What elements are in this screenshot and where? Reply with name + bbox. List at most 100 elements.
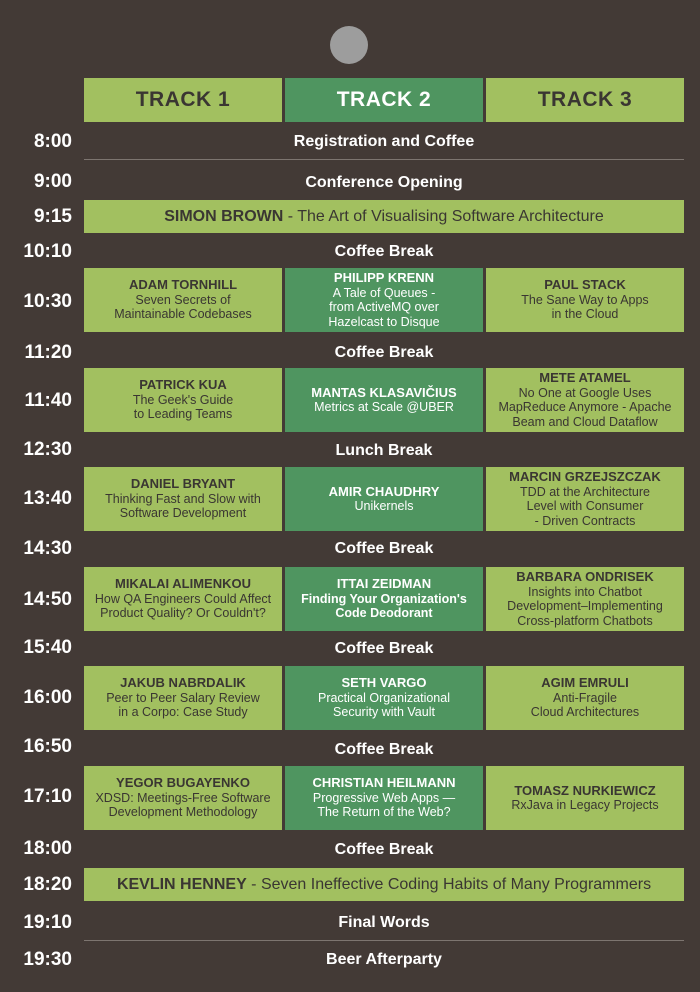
session-card: JAKUB NABRDALIK Peer to Peer Salary Revi…	[84, 666, 282, 730]
session-speaker: AMIR CHAUDHRY	[328, 483, 440, 499]
separator	[84, 159, 684, 160]
session-card: ADAM TORNHILL Seven Secrets of Maintaina…	[84, 268, 282, 332]
time-label: 9:15	[33, 206, 72, 227]
session-speaker: PHILIPP KRENN	[333, 270, 435, 285]
time-label: 17:10	[23, 786, 72, 807]
session-title-line: Cloud Architectures	[530, 705, 640, 720]
session-title-line: Cross-platform Chatbots	[517, 613, 653, 628]
session-title-line: The Return of the Web?	[317, 805, 451, 820]
session-title-line: Security with Vault	[333, 705, 435, 720]
session-title-line: Unikernels	[354, 499, 414, 513]
coffee-break: Coffee Break	[334, 540, 434, 557]
time-label: 8:00	[33, 131, 72, 152]
session-speaker: SETH VARGO	[341, 675, 427, 691]
session-title-line: Development–Implementing	[507, 599, 663, 613]
session-speaker: MARCIN GRZEJSZCZAK	[509, 469, 661, 484]
session-title-line: Maintainable Codebases	[114, 307, 252, 322]
session-card: AGIM EMRULI Anti-Fragile Cloud Architect…	[486, 666, 684, 730]
time-label: 11:40	[24, 390, 72, 411]
session-card: SETH VARGO Practical Organizational Secu…	[285, 666, 483, 730]
final-words-event: Final Words	[338, 914, 430, 931]
session-title-line: Product Quality? Or Couldn't?	[100, 606, 266, 621]
session-title-line: in a Corpo: Case Study	[118, 705, 248, 720]
session-title-line: Metrics at Scale @UBER	[314, 400, 454, 414]
time-label: 16:00	[23, 687, 72, 708]
session-speaker: MANTAS KLASAVIČIUS	[311, 384, 457, 400]
session-title-line: RxJava in Legacy Projects	[511, 798, 659, 812]
session-title-line: Practical Organizational	[317, 690, 450, 705]
keynote-simon-brown: SIMON BROWN - The Art of Visualising Sof…	[84, 200, 684, 233]
track-3-header: TRACK 3	[486, 78, 684, 122]
hang-hole	[330, 26, 368, 64]
session-card: YEGOR BUGAYENKO XDSD: Meetings-Free Soft…	[84, 766, 282, 830]
session-title-line: to Leading Teams	[133, 407, 233, 422]
coffee-break: Coffee Break	[334, 741, 434, 758]
session-title-line: XDSD: Meetings-Free Software	[95, 790, 271, 805]
separator	[84, 940, 684, 941]
session-title-line: Peer to Peer Salary Review	[106, 690, 260, 705]
session-speaker: PAUL STACK	[544, 277, 626, 293]
time-label: 16:50	[23, 736, 72, 757]
session-card: BARBARA ONDRISEK Insights into Chatbot D…	[486, 567, 684, 631]
session-card: TOMASZ NURKIEWICZ RxJava in Legacy Proje…	[486, 766, 684, 830]
session-title-line: No One at Google Uses	[518, 385, 652, 400]
session-card: DANIEL BRYANT Thinking Fast and Slow wit…	[84, 467, 282, 531]
session-speaker: CHRISTIAN HEILMANN	[312, 775, 456, 791]
session-card: ITTAI ZEIDMAN Finding Your Organization'…	[285, 567, 483, 631]
time-label: 12:30	[23, 439, 72, 460]
keynote-title: - The Art of Visualising Software Archit…	[283, 207, 604, 225]
session-speaker: AGIM EMRULI	[541, 675, 629, 691]
session-title-line: Level with Consumer	[526, 499, 644, 513]
track-2-header: TRACK 2	[285, 78, 483, 122]
session-speaker: ADAM TORNHILL	[128, 277, 238, 293]
session-card: PATRICK KUA The Geek's Guide to Leading …	[84, 368, 282, 432]
session-card: MIKALAI ALIMENKOU How QA Engineers Could…	[84, 567, 282, 631]
coffee-break: Coffee Break	[334, 344, 434, 361]
session-title-line: Development Methodology	[108, 805, 258, 820]
lunch-break: Lunch Break	[335, 442, 433, 459]
session-card: PAUL STACK The Sane Way to Apps in the C…	[486, 268, 684, 332]
time-label: 15:40	[23, 637, 72, 658]
keynote-speaker: SIMON BROWN	[164, 207, 284, 225]
registration-event: Registration and Coffee	[293, 133, 475, 150]
time-label: 14:50	[23, 589, 72, 610]
session-card: MANTAS KLASAVIČIUS Metrics at Scale @UBE…	[285, 368, 483, 432]
session-title-line: Insights into Chatbot	[528, 584, 642, 599]
session-title-line: Beam and Cloud Dataflow	[512, 414, 658, 429]
coffee-break: Coffee Break	[334, 841, 434, 858]
session-title-line: Seven Secrets of	[135, 292, 231, 307]
session-card: PHILIPP KRENN A Tale of Queues - from Ac…	[285, 268, 483, 332]
session-speaker: DANIEL BRYANT	[130, 476, 236, 492]
opening-event: Conference Opening	[305, 174, 463, 191]
session-title-line: Finding Your Organization's	[301, 591, 467, 606]
time-label: 18:00	[23, 838, 72, 859]
track-1-header: TRACK 1	[84, 78, 282, 122]
session-title-line: Software Development	[119, 506, 247, 521]
session-title-line: from ActiveMQ over	[329, 300, 439, 314]
session-title-line: MapReduce Anymore - Apache	[498, 400, 672, 414]
keynote-kevlin-henney: KEVLIN HENNEY - Seven Ineffective Coding…	[84, 868, 684, 901]
time-label: 13:40	[23, 488, 72, 509]
session-title-line: Anti-Fragile	[553, 690, 617, 705]
session-speaker: METE ATAMEL	[539, 370, 631, 385]
session-card: MARCIN GRZEJSZCZAK TDD at the Architectu…	[486, 467, 684, 531]
time-label: 10:10	[23, 241, 72, 262]
session-speaker: YEGOR BUGAYENKO	[116, 775, 250, 791]
keynote-title: - Seven Ineffective Coding Habits of Man…	[246, 875, 652, 893]
time-label: 19:30	[23, 949, 72, 970]
beer-afterparty-event: Beer Afterparty	[326, 951, 442, 968]
session-title-line: The Sane Way to Apps	[521, 292, 649, 307]
session-card: AMIR CHAUDHRY Unikernels	[285, 467, 483, 531]
session-title-line: How QA Engineers Could Affect	[94, 591, 272, 606]
session-speaker: ITTAI ZEIDMAN	[336, 576, 432, 592]
time-label: 10:30	[23, 291, 72, 312]
session-title-line: A Tale of Queues -	[332, 285, 436, 300]
time-label: 14:30	[23, 538, 72, 559]
session-speaker: TOMASZ NURKIEWICZ	[514, 782, 656, 798]
session-title-line: in the Cloud	[551, 307, 619, 322]
session-title-line: The Geek's Guide	[132, 392, 234, 407]
session-title-line: Hazelcast to Disque	[328, 314, 440, 329]
time-label: 18:20	[23, 874, 72, 895]
session-title-line: Code Deodorant	[335, 606, 433, 621]
session-card: CHRISTIAN HEILMANN Progressive Web Apps …	[285, 766, 483, 830]
